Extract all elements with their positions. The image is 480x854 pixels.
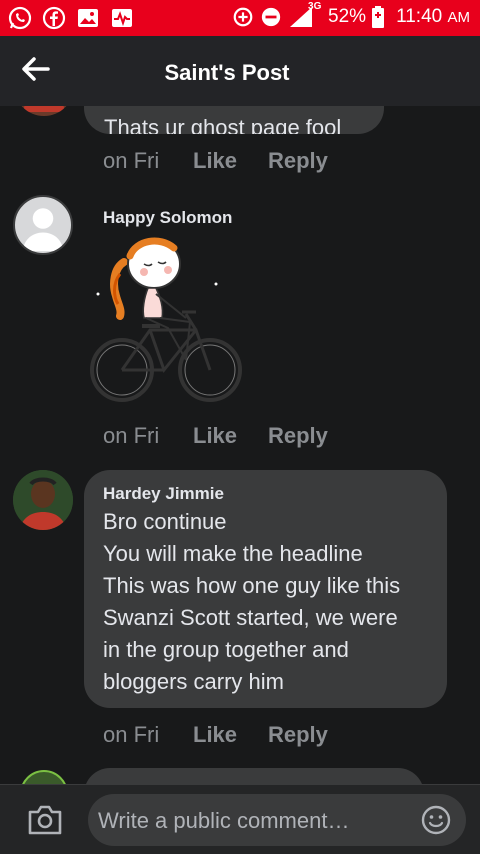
comments-feed[interactable]: Thats ur ghost page fool on Fri Like Rep… bbox=[0, 106, 480, 784]
comment-line: You will make the headline bbox=[103, 541, 363, 566]
camera-icon[interactable] bbox=[26, 803, 64, 837]
comment-actions: on Fri Like Reply bbox=[103, 722, 328, 748]
comment-text: Bro continue You will make the headline … bbox=[103, 506, 400, 698]
facebook-icon bbox=[42, 6, 66, 30]
comment-time[interactable]: on Fri bbox=[103, 148, 193, 174]
clock: 11:40 AM bbox=[396, 6, 470, 28]
reply-button[interactable]: Reply bbox=[268, 148, 328, 174]
like-button[interactable]: Like bbox=[193, 423, 268, 449]
default-avatar-icon bbox=[22, 208, 64, 252]
comment-time[interactable]: on Fri bbox=[103, 722, 193, 748]
comment-placeholder: Write a public comment… bbox=[98, 808, 350, 833]
clock-time: 11:40 bbox=[396, 6, 443, 27]
do-not-disturb-icon bbox=[261, 7, 281, 27]
comment-bubble[interactable]: Hardey Jimmie Bro continue You will make… bbox=[84, 470, 447, 708]
clock-ampm: AM bbox=[447, 9, 471, 26]
comment-line: Bro continue bbox=[103, 509, 227, 534]
comment-line: Swanzi Scott started, we were bbox=[103, 605, 398, 630]
signal-icon: 3G bbox=[288, 1, 321, 29]
activity-icon bbox=[112, 9, 132, 27]
page-title: Saint's Post bbox=[164, 60, 290, 85]
comment-line: This was how one guy like this bbox=[103, 573, 401, 598]
comment-input[interactable]: Write a public comment… bbox=[88, 794, 466, 846]
comment-bubble[interactable] bbox=[84, 768, 424, 784]
network-type: 3G bbox=[308, 1, 322, 12]
whatsapp-icon bbox=[8, 6, 32, 30]
comment-actions: on Fri Like Reply bbox=[103, 148, 328, 174]
avatar[interactable] bbox=[13, 195, 73, 255]
app-bar: Saint's Post bbox=[0, 36, 480, 106]
reply-button[interactable]: Reply bbox=[268, 722, 328, 748]
avatar[interactable] bbox=[20, 770, 68, 784]
gallery-icon bbox=[78, 9, 98, 27]
status-bar: 3G 52% 11:40 AM bbox=[0, 0, 480, 36]
like-button[interactable]: Like bbox=[193, 722, 268, 748]
girl-on-bicycle-sticker[interactable] bbox=[86, 234, 246, 406]
avatar[interactable] bbox=[13, 470, 73, 530]
comment-author[interactable]: Hardey Jimmie bbox=[103, 484, 224, 504]
comment-time[interactable]: on Fri bbox=[103, 423, 193, 449]
battery-icon bbox=[372, 6, 385, 28]
battery-percent: 52% bbox=[328, 6, 367, 27]
data-saver-icon bbox=[233, 7, 253, 27]
comment-line: bloggers carry him bbox=[103, 669, 284, 694]
comment-text: Thats ur ghost page fool bbox=[104, 115, 342, 134]
avatar[interactable] bbox=[14, 106, 74, 116]
comment-bubble[interactable]: Thats ur ghost page fool bbox=[84, 106, 384, 134]
notification-icons bbox=[8, 6, 134, 30]
comment-line: in the group together and bbox=[103, 637, 349, 662]
comment-actions: on Fri Like Reply bbox=[103, 423, 328, 449]
comment-composer: Write a public comment… bbox=[0, 784, 480, 854]
smiley-icon[interactable] bbox=[420, 804, 452, 836]
reply-button[interactable]: Reply bbox=[268, 423, 328, 449]
system-status: 3G 52% 11:40 AM bbox=[232, 1, 470, 29]
profile-photo bbox=[13, 470, 73, 530]
comment-author[interactable]: Happy Solomon bbox=[103, 208, 232, 228]
like-button[interactable]: Like bbox=[193, 148, 268, 174]
